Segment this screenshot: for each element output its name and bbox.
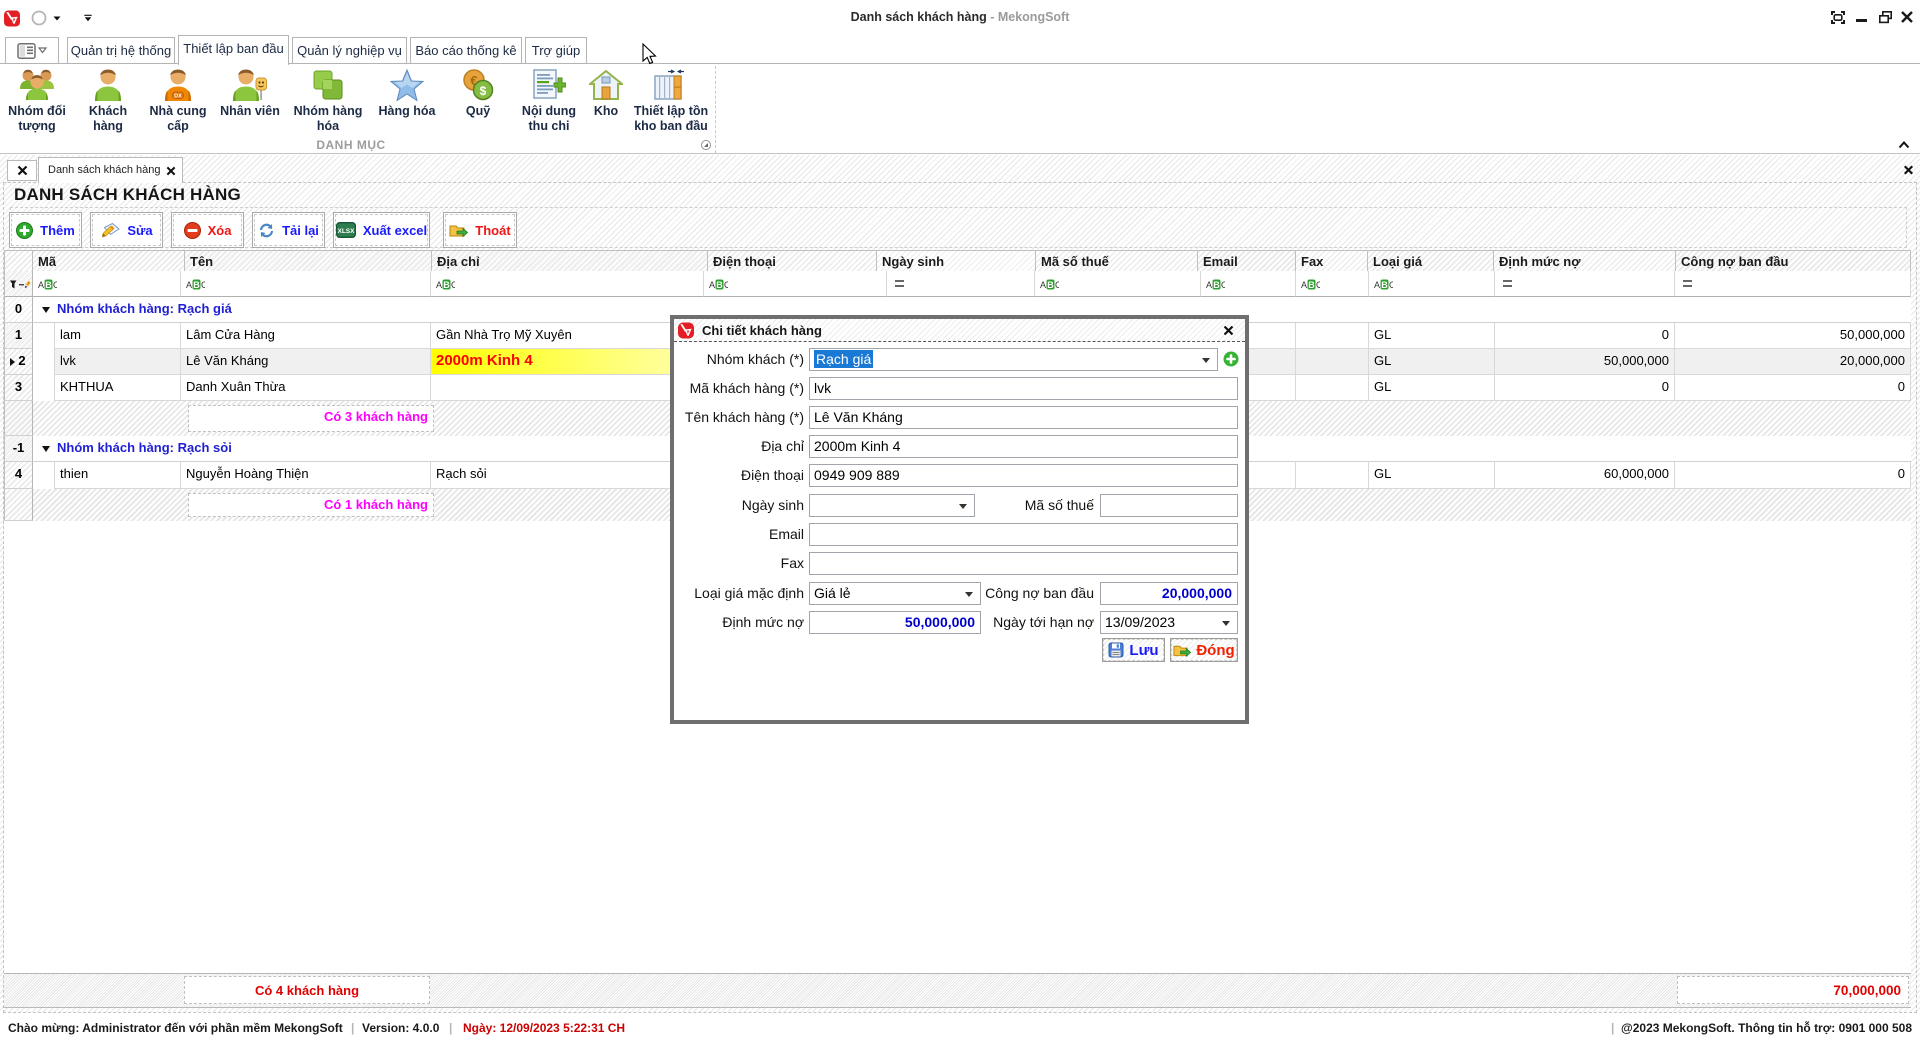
svg-text:A: A [709, 280, 715, 290]
svg-text:C: C [201, 280, 205, 290]
svg-text:A: A [1040, 280, 1046, 290]
svg-text:A: A [1301, 280, 1307, 290]
svg-text:B: B [1213, 280, 1220, 290]
svg-text:A: A [436, 280, 442, 290]
svg-text:C: C [1316, 280, 1320, 290]
svg-text:B: B [193, 280, 200, 290]
svg-text:B: B [1047, 280, 1054, 290]
svg-text:C: C [724, 280, 728, 290]
svg-text:C: C [1221, 280, 1225, 290]
svg-text:A: A [38, 280, 44, 290]
svg-text:B: B [716, 280, 723, 290]
svg-text:C: C [1055, 280, 1059, 290]
svg-text:C: C [451, 280, 455, 290]
svg-text:$: $ [480, 84, 487, 98]
svg-text:C: C [1389, 280, 1393, 290]
svg-text:B: B [1381, 280, 1388, 290]
svg-text:XLSX: XLSX [337, 228, 355, 235]
svg-text:A: A [1374, 280, 1380, 290]
svg-text:DX: DX [174, 93, 182, 99]
svg-text:B: B [1308, 280, 1315, 290]
svg-text:B: B [443, 280, 450, 290]
svg-text:A: A [1206, 280, 1212, 290]
svg-text:C: C [53, 280, 57, 290]
svg-text:A: A [186, 280, 192, 290]
svg-text:B: B [45, 280, 52, 290]
